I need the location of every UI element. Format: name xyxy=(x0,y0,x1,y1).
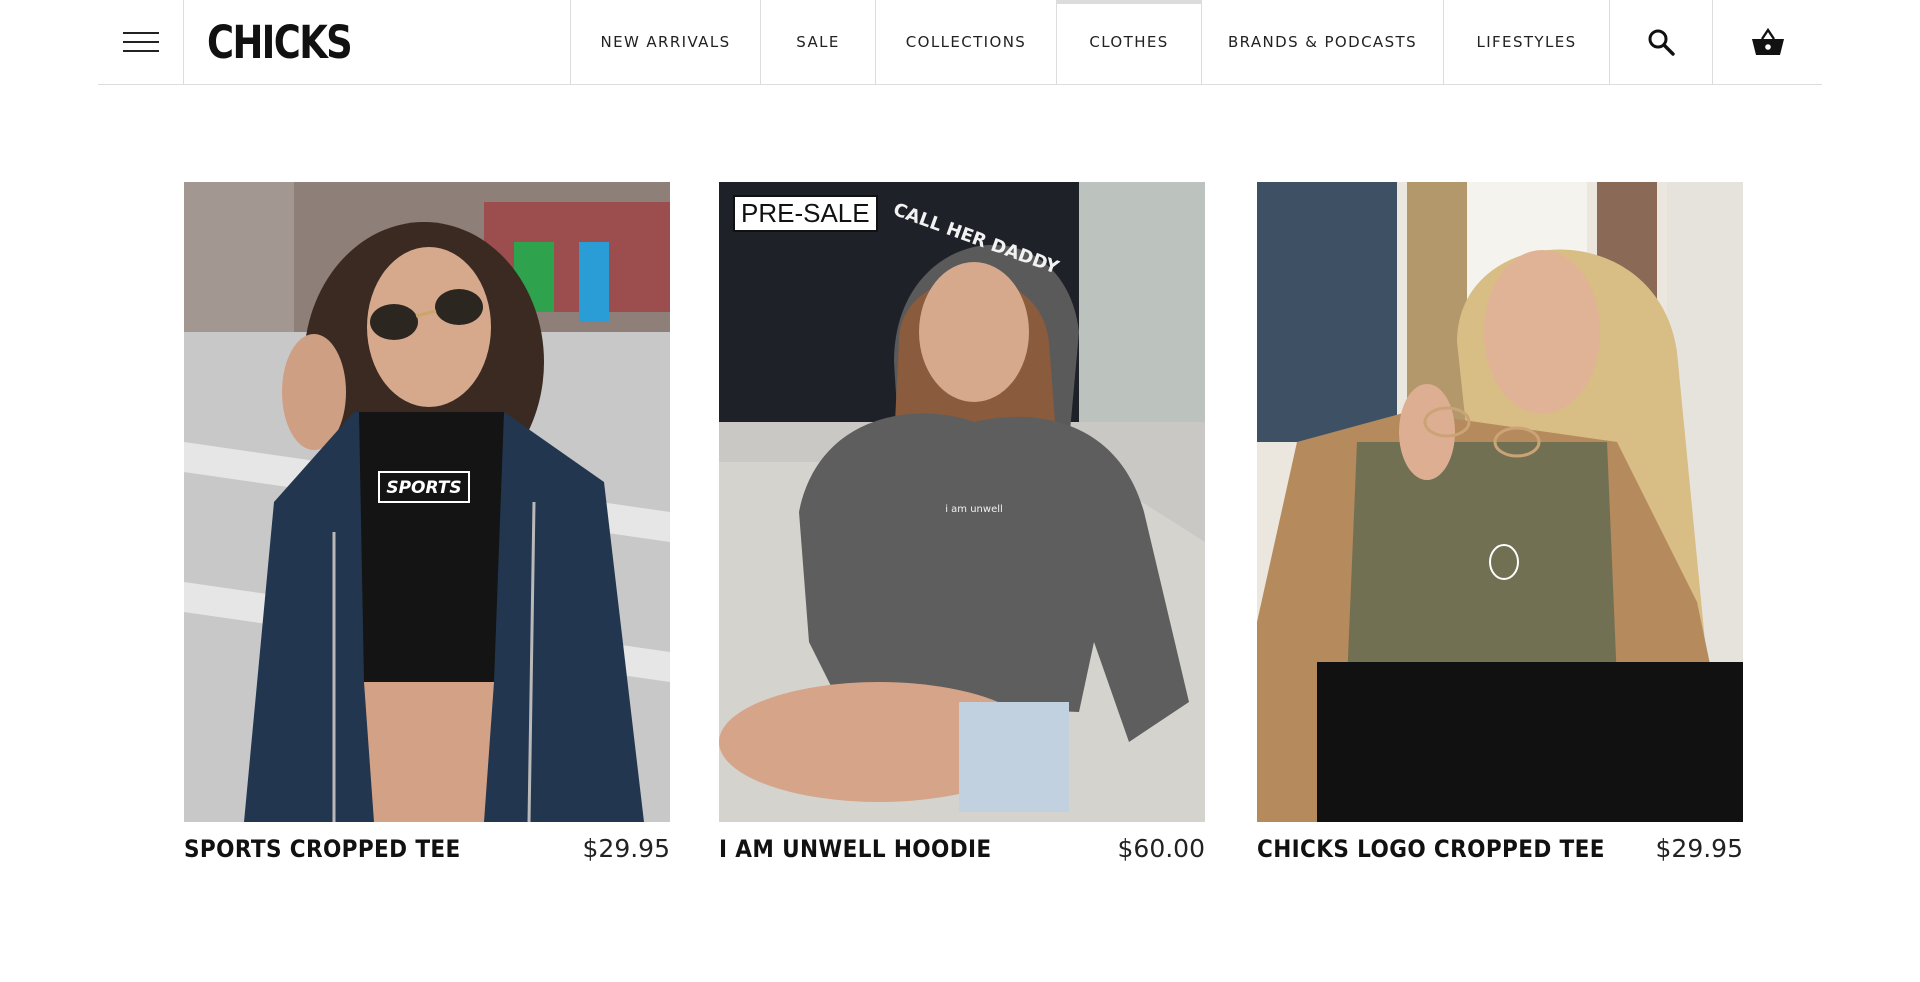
product-image-i-am-unwell-hoodie[interactable]: i am unwell CALL HER DADDY PRE-SALE xyxy=(719,182,1205,822)
product-name[interactable]: CHICKS LOGO CROPPED TEE xyxy=(1257,835,1605,863)
tee-print-text: SPORTS xyxy=(386,478,461,498)
nav-lifestyles[interactable]: LIFESTYLES xyxy=(1443,0,1609,84)
product-meta: CHICKS LOGO CROPPED TEE $29.95 xyxy=(1257,834,1743,863)
nav-brands-podcasts[interactable]: BRANDS & PODCASTS xyxy=(1201,0,1443,84)
site-header: CHICKS NEW ARRIVALS SALE COLLECTIONS CLO… xyxy=(98,0,1822,85)
product-photo: i am unwell CALL HER DADDY xyxy=(719,182,1205,822)
product-name[interactable]: I AM UNWELL HOODIE xyxy=(719,835,992,863)
nav-sale[interactable]: SALE xyxy=(760,0,875,84)
hoodie-chest-text: i am unwell xyxy=(945,504,1003,515)
product-photo xyxy=(1257,182,1743,822)
site-logo: CHICKS xyxy=(207,15,353,69)
nav-new-arrivals[interactable]: NEW ARRIVALS xyxy=(570,0,760,84)
product-image-sports-cropped-tee[interactable]: SPORTS xyxy=(184,182,670,822)
product-image-chicks-logo-cropped-tee[interactable] xyxy=(1257,182,1743,822)
product-price: $60.00 xyxy=(1117,834,1205,863)
nav-collections[interactable]: COLLECTIONS xyxy=(875,0,1056,84)
product-meta: I AM UNWELL HOODIE $60.00 xyxy=(719,834,1205,863)
hamburger-menu-icon xyxy=(122,32,159,52)
search-icon xyxy=(1648,29,1675,56)
product-card: SPORTS SPORTS CROPPED TEE $29.95 xyxy=(184,182,670,863)
menu-button[interactable] xyxy=(98,0,184,84)
cart-button[interactable] xyxy=(1712,0,1822,84)
product-price: $29.95 xyxy=(582,834,670,863)
product-price: $29.95 xyxy=(1655,834,1743,863)
product-card: CHICKS LOGO CROPPED TEE $29.95 xyxy=(1257,182,1743,863)
product-photo: SPORTS xyxy=(184,182,670,822)
logo-link[interactable]: CHICKS xyxy=(184,0,570,84)
nav-clothes[interactable]: CLOTHES xyxy=(1056,0,1201,84)
product-card: i am unwell CALL HER DADDY PRE-SALE I AM… xyxy=(719,182,1205,863)
product-name[interactable]: SPORTS CROPPED TEE xyxy=(184,835,461,863)
search-button[interactable] xyxy=(1609,0,1712,84)
basket-icon xyxy=(1751,27,1784,55)
pre-sale-badge: PRE-SALE xyxy=(733,195,878,232)
main-nav: NEW ARRIVALS SALE COLLECTIONS CLOTHES BR… xyxy=(570,0,1609,84)
product-meta: SPORTS CROPPED TEE $29.95 xyxy=(184,834,670,863)
